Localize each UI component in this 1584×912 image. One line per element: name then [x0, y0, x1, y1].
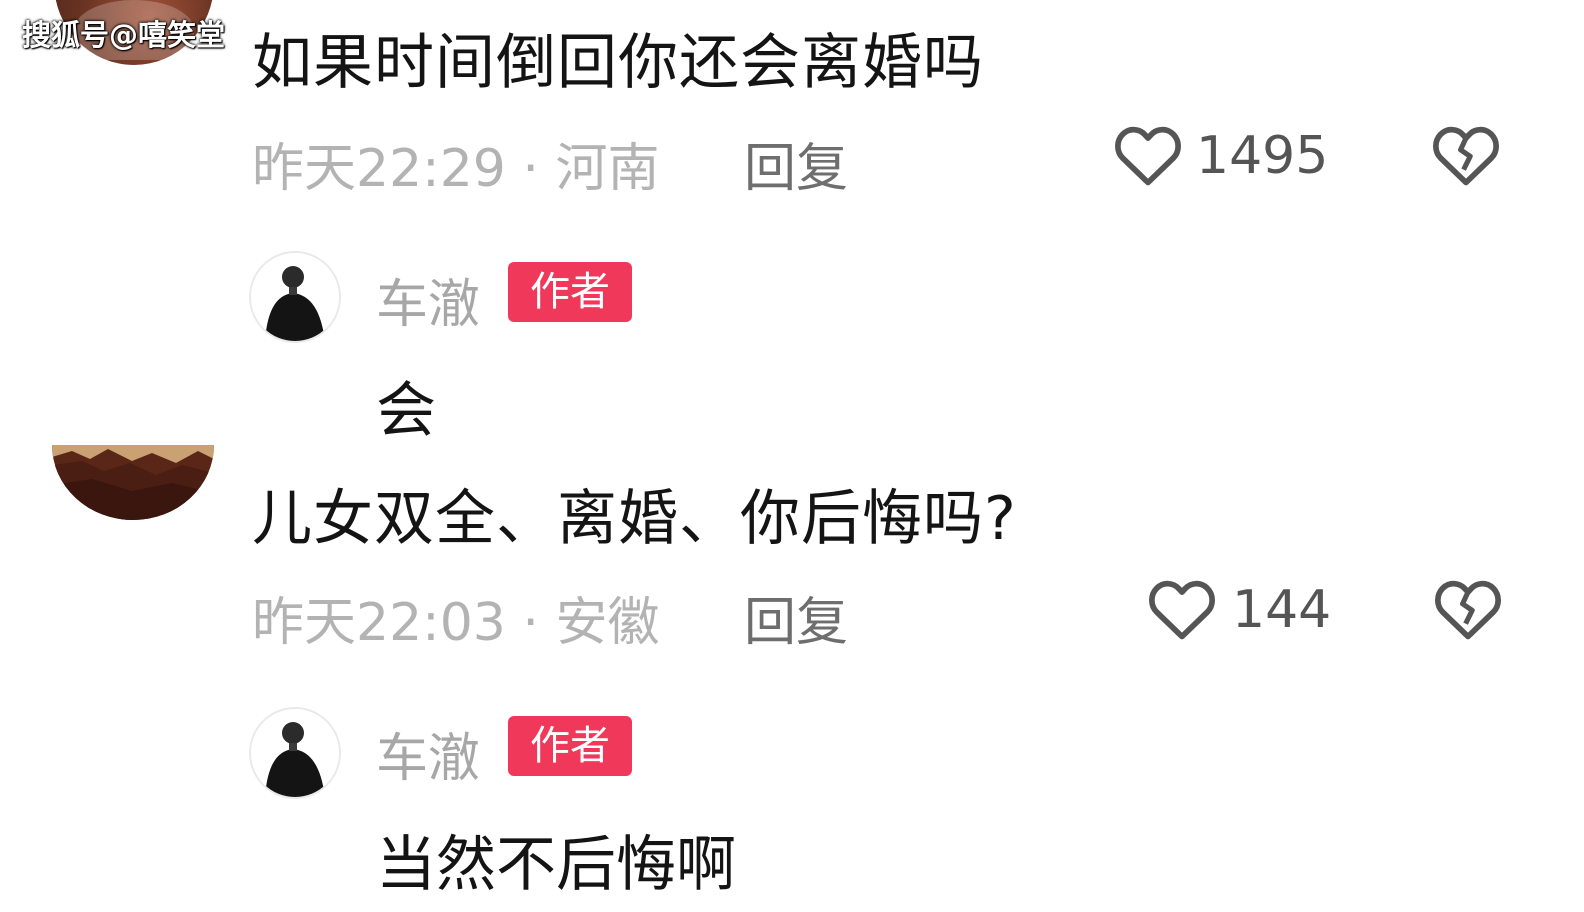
heart-outline-icon[interactable]	[1112, 120, 1184, 188]
comment-time-location: 昨天22:29 · 河南	[252, 139, 660, 199]
reply-button[interactable]: 回复	[744, 580, 848, 655]
comment-text: 儿女双全、离婚、你后悔吗?	[252, 484, 1017, 554]
like-count: 144	[1232, 580, 1332, 640]
reply-button[interactable]: 回复	[744, 126, 848, 201]
author-name[interactable]: 车澈	[376, 262, 480, 337]
author-avatar-image	[251, 709, 339, 797]
author-avatar[interactable]	[249, 251, 341, 343]
commenter-avatar[interactable]	[52, 445, 214, 521]
author-badge: 作者	[508, 716, 632, 776]
author-name[interactable]: 车澈	[376, 716, 480, 791]
author-badge: 作者	[508, 262, 632, 322]
watermark: 搜狐号@嘻笑堂	[22, 18, 226, 52]
author-avatar-image	[251, 253, 339, 341]
reply-text: 当然不后悔啊	[376, 830, 736, 900]
comment-screen: 搜狐号@嘻笑堂 如果时间倒回你还会离婚吗 昨天22:29 · 河南 回复 149…	[0, 0, 1584, 912]
heart-outline-icon[interactable]	[1146, 574, 1218, 642]
broken-heart-icon[interactable]	[1430, 120, 1502, 188]
like-count: 1495	[1196, 126, 1329, 186]
avatar-landscape-image	[52, 445, 214, 520]
broken-heart-icon[interactable]	[1432, 574, 1504, 642]
reply-text: 会	[376, 376, 436, 446]
author-avatar[interactable]	[249, 707, 341, 799]
comment-text: 如果时间倒回你还会离婚吗	[252, 28, 984, 98]
comment-time-location: 昨天22:03 · 安徽	[252, 593, 660, 653]
